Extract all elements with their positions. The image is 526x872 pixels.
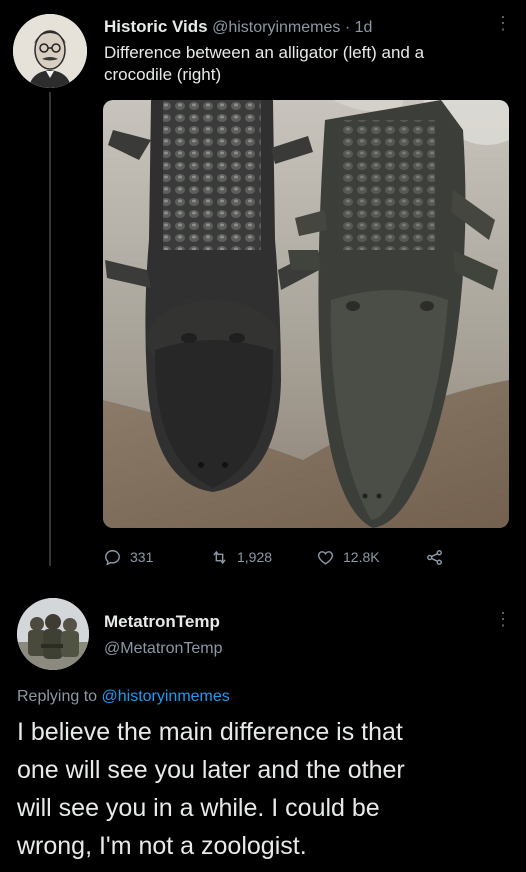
retweet-count: 1,928 <box>237 549 273 565</box>
replying-to-handle[interactable]: @historyinmemes <box>102 688 230 705</box>
replying-to: Replying to @historyinmemes <box>17 688 230 706</box>
reply-more-icon[interactable]: ⋮ <box>494 610 512 632</box>
portrait-avatar-icon <box>13 14 87 88</box>
thread-line <box>49 92 51 566</box>
tweet-handle[interactable]: @historyinmemes <box>212 19 340 36</box>
tweet-text-line: crocodile (right) <box>104 65 222 84</box>
retweet-icon <box>213 550 226 564</box>
like-button[interactable]: 12.8K <box>316 545 380 569</box>
retweet-button[interactable]: 1,928 <box>210 545 272 569</box>
tweet-text-line: Difference between an alligator (left) a… <box>104 43 425 62</box>
reply-text-line: one will see you later and the other <box>17 756 405 784</box>
reply-text-line: wrong, I'm not a zoologist. <box>17 832 307 860</box>
reply-icon <box>105 549 120 566</box>
tweet-text: Difference between an alligator (left) a… <box>104 42 514 86</box>
tweet-display-name[interactable]: Historic Vids <box>104 17 208 36</box>
reply-avatar[interactable] <box>17 598 89 670</box>
tweet-photo[interactable] <box>103 100 509 528</box>
alligator-crocodile-photo <box>103 100 509 528</box>
tweet-separator: · <box>344 19 351 36</box>
tweet-time[interactable]: 1d <box>355 19 373 36</box>
reply-text-line: will see you in a while. I could be <box>17 794 380 822</box>
replying-to-prefix: Replying to <box>17 688 98 705</box>
reply-text-line: I believe the main difference is that <box>17 718 403 746</box>
reply-handle[interactable]: @MetatronTemp <box>104 640 223 658</box>
soldiers-avatar-icon <box>17 598 89 670</box>
heart-icon <box>317 550 334 565</box>
tweet-avatar[interactable] <box>13 14 87 88</box>
reply-count: 331 <box>130 549 154 565</box>
tweet-header: Historic Vids @historyinmemes · 1d <box>104 17 494 41</box>
share-icon <box>427 549 442 565</box>
reply-text: I believe the main difference is that on… <box>17 713 517 865</box>
share-button[interactable] <box>425 545 444 569</box>
reply-button[interactable]: 331 <box>103 545 153 569</box>
like-count: 12.8K <box>343 549 380 565</box>
reply-display-name[interactable]: MetatronTemp <box>104 612 220 632</box>
tweet-more-icon[interactable]: ⋮ <box>494 14 512 36</box>
